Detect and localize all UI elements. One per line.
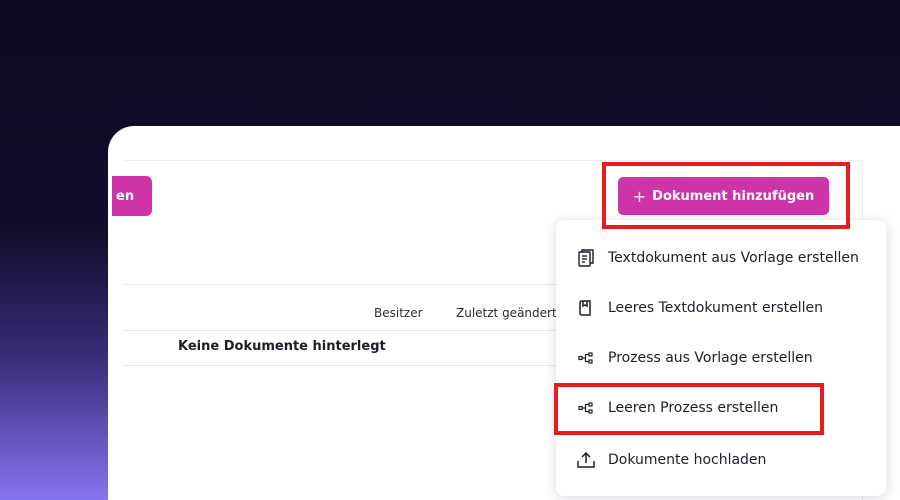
menu-item-process-from-template[interactable]: Prozess aus Vorlage erstellen: [556, 334, 886, 382]
menu-item-blank-text-document[interactable]: Leeres Textdokument erstellen: [556, 284, 886, 332]
menu-item-upload-documents[interactable]: Dokumente hochladen: [556, 436, 886, 484]
partial-action-label: en: [116, 188, 135, 204]
blank-document-icon: [574, 296, 598, 320]
menu-item-text-from-template[interactable]: Textdokument aus Vorlage erstellen: [556, 234, 886, 282]
menu-item-label: Dokumente hochladen: [608, 452, 767, 468]
menu-item-label: Textdokument aus Vorlage erstellen: [608, 250, 859, 266]
document-template-icon: [574, 246, 598, 270]
highlight-add-document: [602, 162, 850, 229]
upload-icon: [574, 448, 598, 472]
process-icon: [574, 346, 598, 370]
highlight-blank-process: [554, 383, 824, 435]
column-header-owner[interactable]: Besitzer: [374, 306, 423, 320]
partial-action-button[interactable]: en: [112, 176, 152, 216]
menu-item-label: Leeres Textdokument erstellen: [608, 300, 823, 316]
table-row-divider: [122, 365, 562, 366]
table-row-divider: [122, 330, 562, 331]
menu-item-label: Prozess aus Vorlage erstellen: [608, 350, 813, 366]
empty-state-message: Keine Dokumente hinterlegt: [178, 339, 386, 354]
add-document-menu: Textdokument aus Vorlage erstellen Leere…: [556, 220, 886, 496]
column-header-last-modified[interactable]: Zuletzt geändert: [456, 306, 557, 320]
